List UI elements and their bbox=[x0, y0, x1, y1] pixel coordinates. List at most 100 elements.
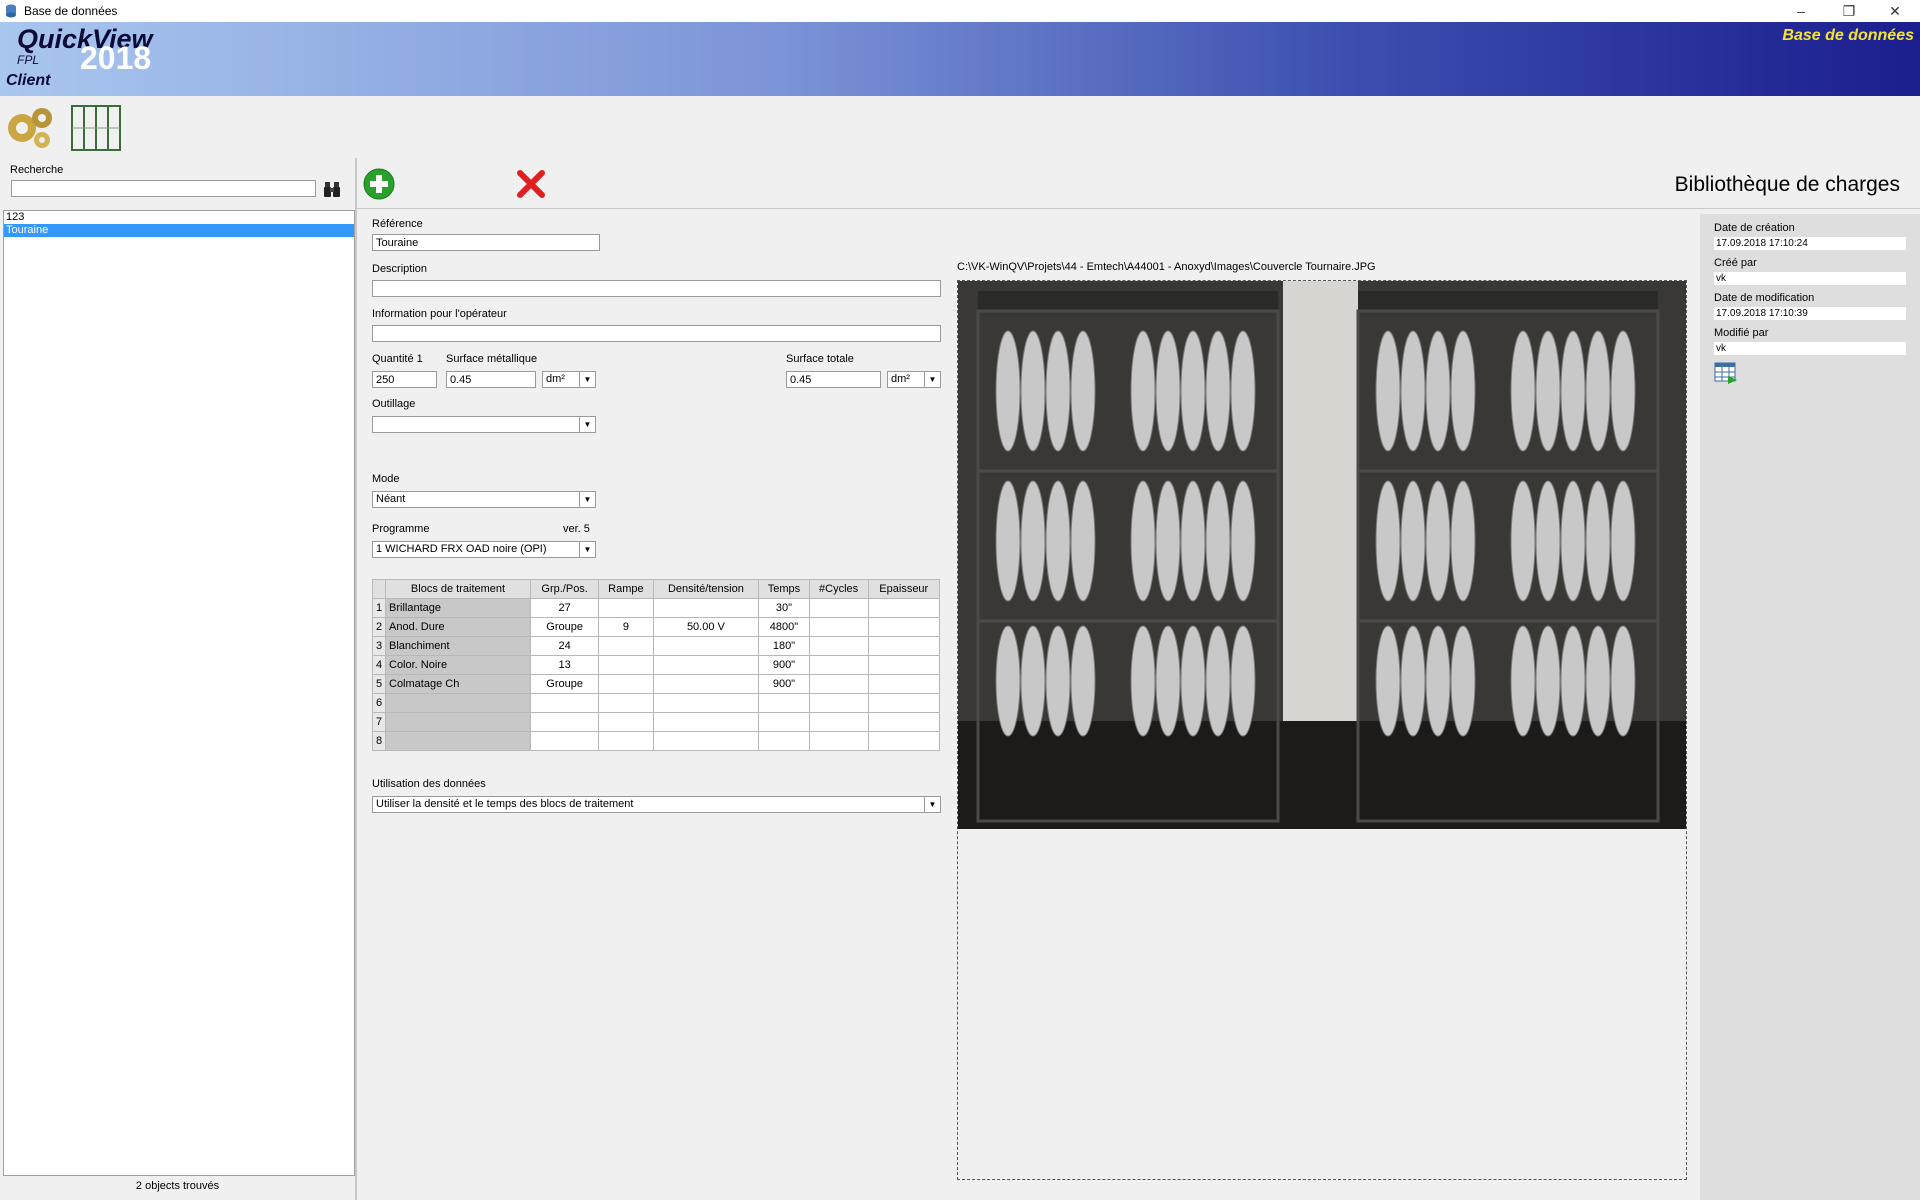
table-cell[interactable]: 13 bbox=[529, 655, 600, 675]
table-cell[interactable] bbox=[808, 636, 869, 656]
list-item[interactable]: 123 bbox=[4, 211, 354, 224]
list-item-selected[interactable]: Touraine bbox=[4, 224, 354, 237]
treatment-block-cell[interactable] bbox=[385, 712, 531, 732]
table-cell[interactable]: 9 bbox=[598, 617, 654, 637]
table-cell[interactable] bbox=[808, 617, 869, 637]
table-cell[interactable] bbox=[598, 693, 654, 713]
treatment-table[interactable]: Blocs de traitement Grp./Pos. Rampe Dens… bbox=[372, 579, 941, 751]
table-cell[interactable] bbox=[598, 655, 654, 675]
info-field[interactable] bbox=[372, 325, 941, 342]
table-cell[interactable] bbox=[808, 674, 869, 694]
treatment-block-cell[interactable]: Color. Noire bbox=[385, 655, 531, 675]
program-select[interactable]: 1 WICHARD FRX OAD noire (OPI) ▼ bbox=[372, 541, 596, 558]
table-cell[interactable]: 24 bbox=[529, 636, 600, 656]
table-cell[interactable]: 27 bbox=[529, 598, 600, 618]
usage-select[interactable]: Utiliser la densité et le temps des bloc… bbox=[372, 796, 941, 813]
row-number: 1 bbox=[372, 598, 386, 618]
table-cell[interactable] bbox=[529, 731, 600, 751]
table-cell[interactable] bbox=[529, 712, 600, 732]
table-cell[interactable]: Groupe bbox=[529, 617, 600, 637]
table-cell[interactable] bbox=[808, 693, 869, 713]
table-cell[interactable]: 50.00 V bbox=[652, 617, 760, 637]
table-cell[interactable] bbox=[652, 674, 760, 694]
table-cell[interactable] bbox=[867, 731, 941, 751]
binoculars-icon[interactable] bbox=[323, 180, 341, 198]
spreadsheet-export-icon[interactable] bbox=[1714, 362, 1738, 384]
table-cell[interactable]: 4800" bbox=[758, 617, 810, 637]
mode-select[interactable]: Néant ▼ bbox=[372, 491, 596, 508]
total-surface-field[interactable] bbox=[786, 371, 881, 388]
table-row[interactable]: 8 bbox=[372, 731, 941, 751]
rack-icon[interactable] bbox=[70, 102, 122, 152]
table-cell[interactable] bbox=[867, 655, 941, 675]
table-cell[interactable] bbox=[808, 712, 869, 732]
treatment-block-cell[interactable] bbox=[385, 693, 531, 713]
table-cell[interactable] bbox=[867, 617, 941, 637]
table-cell[interactable] bbox=[652, 655, 760, 675]
table-cell[interactable] bbox=[529, 693, 600, 713]
table-cell[interactable]: 30" bbox=[758, 598, 810, 618]
table-cell[interactable] bbox=[652, 636, 760, 656]
total-surface-unit[interactable]: dm² ▼ bbox=[887, 371, 941, 388]
table-cell[interactable]: 900" bbox=[758, 674, 810, 694]
metal-surface-field[interactable] bbox=[446, 371, 536, 388]
table-row[interactable]: 3 Blanchiment 24 180" bbox=[372, 636, 941, 656]
minimize-button[interactable]: – bbox=[1778, 0, 1824, 22]
description-field[interactable] bbox=[372, 280, 941, 297]
table-cell[interactable] bbox=[758, 712, 810, 732]
table-cell[interactable] bbox=[652, 598, 760, 618]
table-row[interactable]: 6 bbox=[372, 693, 941, 713]
chevron-down-icon[interactable]: ▼ bbox=[579, 417, 595, 432]
table-cell[interactable] bbox=[758, 731, 810, 751]
table-cell[interactable] bbox=[867, 712, 941, 732]
table-row[interactable]: 4 Color. Noire 13 900" bbox=[372, 655, 941, 675]
column-header: Rampe bbox=[598, 579, 654, 599]
gears-icon[interactable] bbox=[4, 102, 56, 152]
table-cell[interactable] bbox=[598, 674, 654, 694]
table-cell[interactable] bbox=[598, 636, 654, 656]
table-cell[interactable] bbox=[758, 693, 810, 713]
close-button[interactable]: ✕ bbox=[1872, 0, 1918, 22]
table-row[interactable]: 5 Colmatage Ch Groupe 900" bbox=[372, 674, 941, 694]
metal-surface-unit[interactable]: dm² ▼ bbox=[542, 371, 596, 388]
table-cell[interactable] bbox=[652, 731, 760, 751]
restore-button[interactable]: ❐ bbox=[1826, 0, 1872, 22]
reference-field[interactable] bbox=[372, 234, 600, 251]
quantity-field[interactable] bbox=[372, 371, 437, 388]
chevron-down-icon[interactable]: ▼ bbox=[579, 542, 595, 557]
table-cell[interactable] bbox=[808, 731, 869, 751]
tooling-select[interactable]: ▼ bbox=[372, 416, 596, 433]
table-cell[interactable] bbox=[867, 693, 941, 713]
treatment-block-cell[interactable]: Anod. Dure bbox=[385, 617, 531, 637]
chevron-down-icon[interactable]: ▼ bbox=[924, 797, 940, 812]
chevron-down-icon[interactable]: ▼ bbox=[579, 492, 595, 507]
table-cell[interactable] bbox=[808, 655, 869, 675]
add-icon[interactable] bbox=[363, 168, 395, 200]
chevron-down-icon[interactable]: ▼ bbox=[579, 372, 595, 387]
table-cell[interactable] bbox=[867, 598, 941, 618]
table-cell[interactable] bbox=[598, 731, 654, 751]
treatment-block-cell[interactable]: Colmatage Ch bbox=[385, 674, 531, 694]
treatment-block-cell[interactable]: Brillantage bbox=[385, 598, 531, 618]
table-cell[interactable] bbox=[652, 712, 760, 732]
table-cell[interactable] bbox=[808, 598, 869, 618]
search-input[interactable] bbox=[11, 180, 316, 197]
table-cell[interactable]: 900" bbox=[758, 655, 810, 675]
table-cell[interactable] bbox=[652, 693, 760, 713]
chevron-down-icon[interactable]: ▼ bbox=[924, 372, 940, 387]
treatment-block-cell[interactable]: Blanchiment bbox=[385, 636, 531, 656]
table-row[interactable]: 1 Brillantage 27 30" bbox=[372, 598, 941, 618]
table-cell[interactable] bbox=[598, 598, 654, 618]
table-row[interactable]: 2 Anod. Dure Groupe 9 50.00 V 4800" bbox=[372, 617, 941, 637]
delete-icon[interactable] bbox=[515, 168, 547, 200]
image-frame[interactable] bbox=[957, 280, 1687, 1180]
title-bar: Base de données – ❐ ✕ bbox=[0, 0, 1920, 22]
table-cell[interactable]: 180" bbox=[758, 636, 810, 656]
table-cell[interactable] bbox=[598, 712, 654, 732]
table-row[interactable]: 7 bbox=[372, 712, 941, 732]
charge-list[interactable]: 123 Touraine bbox=[3, 210, 355, 1176]
treatment-block-cell[interactable] bbox=[385, 731, 531, 751]
table-cell[interactable]: Groupe bbox=[529, 674, 600, 694]
table-cell[interactable] bbox=[867, 674, 941, 694]
table-cell[interactable] bbox=[867, 636, 941, 656]
